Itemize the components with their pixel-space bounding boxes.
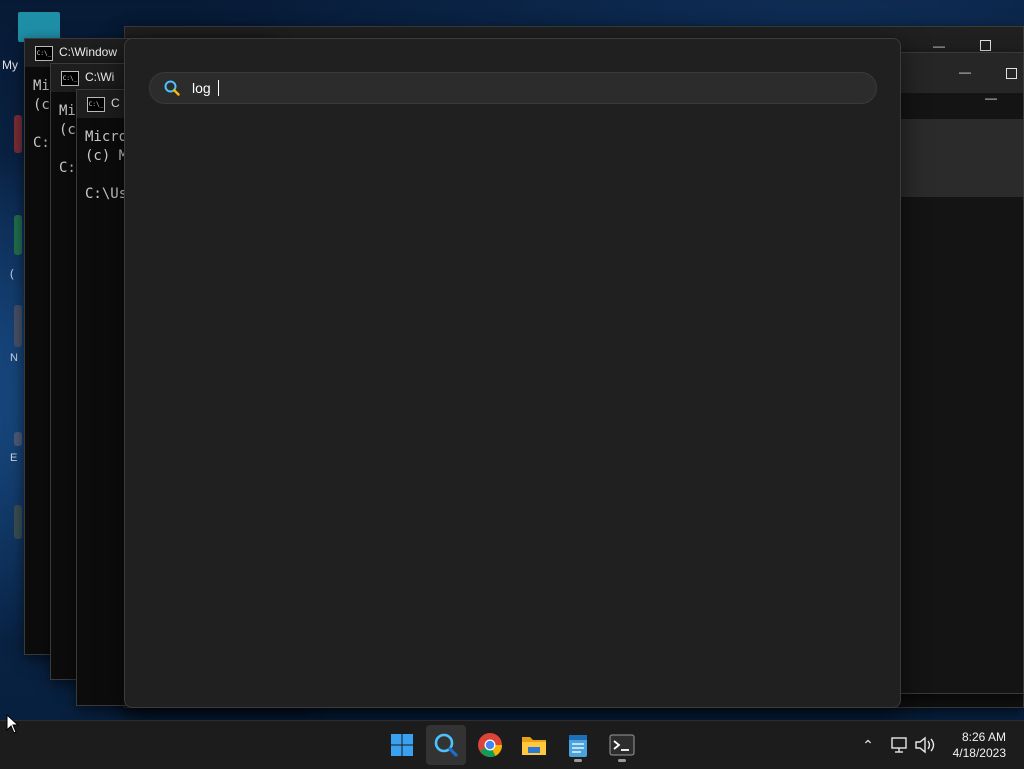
- search-icon: [164, 80, 180, 96]
- window-title: C:\Window: [59, 45, 118, 59]
- console-line: Micro: [85, 129, 128, 145]
- minimize-icon[interactable]: —: [959, 65, 971, 79]
- system-tray: ⌃: [856, 721, 936, 769]
- terminal-button[interactable]: [602, 725, 642, 765]
- cmd-app-icon: C:\_: [87, 97, 105, 112]
- console-line: C:: [59, 160, 76, 176]
- notepad-icon: [569, 735, 587, 757]
- search-icon: [434, 733, 458, 757]
- console-line: (c: [59, 122, 76, 138]
- clock-date: 4/18/2023: [952, 746, 1006, 760]
- start-button[interactable]: [382, 725, 422, 765]
- console-line: (c) M: [85, 148, 128, 164]
- desktop-fragment-text: E: [10, 452, 18, 464]
- window-title: C:\Wi: [85, 70, 115, 84]
- desktop-fragment-text: (: [10, 268, 14, 280]
- desktop-icon-fragment: [14, 215, 22, 255]
- maximize-icon[interactable]: [1006, 68, 1017, 79]
- maximize-icon[interactable]: [980, 40, 991, 51]
- desktop-icon-fragment: [14, 305, 22, 347]
- search-box[interactable]: [149, 72, 877, 104]
- windows-logo-icon: [391, 734, 413, 756]
- running-indicator: [574, 759, 582, 762]
- running-indicator: [618, 759, 626, 762]
- search-input[interactable]: [192, 78, 852, 98]
- folder-icon: [522, 737, 546, 755]
- search-panel: [124, 38, 901, 708]
- mouse-cursor-icon: [6, 714, 20, 734]
- desktop-icon-fragment: [14, 432, 22, 446]
- console-line: (c: [33, 97, 50, 113]
- taskbar-clock[interactable]: 8:26 AM 4/18/2023: [953, 729, 1006, 761]
- cmd-app-icon: C:\_: [61, 71, 79, 86]
- console-line: Mi: [33, 78, 50, 94]
- console-line: C:\Us: [85, 186, 128, 202]
- network-icon[interactable]: [890, 736, 910, 754]
- minimize-icon[interactable]: —: [985, 91, 997, 105]
- clock-time: 8:26 AM: [961, 730, 1006, 744]
- file-explorer-button[interactable]: [514, 725, 554, 765]
- window-title: C: [111, 96, 120, 110]
- volume-icon[interactable]: [914, 736, 936, 754]
- desktop-fragment-text: N: [10, 352, 18, 364]
- cmd-app-icon: C:\_: [35, 46, 53, 61]
- show-hidden-icons-chevron-icon[interactable]: ⌃: [856, 737, 880, 754]
- chrome-icon: [478, 733, 503, 757]
- chrome-button[interactable]: [470, 725, 510, 765]
- desktop-icon-fragment: [14, 115, 22, 153]
- desktop-icon-fragment: [14, 505, 22, 539]
- console-line: C:: [33, 135, 50, 151]
- taskbar: ⌃ 8:26 AM 4/18/2023: [0, 720, 1024, 769]
- taskbar-search-button[interactable]: [426, 725, 466, 765]
- minimize-icon[interactable]: —: [933, 39, 945, 53]
- console-line: Mi: [59, 103, 76, 119]
- terminal-icon: [609, 734, 635, 756]
- desktop-icon-label: My: [2, 58, 18, 72]
- text-caret: [218, 80, 219, 96]
- notepad-button[interactable]: [558, 725, 598, 765]
